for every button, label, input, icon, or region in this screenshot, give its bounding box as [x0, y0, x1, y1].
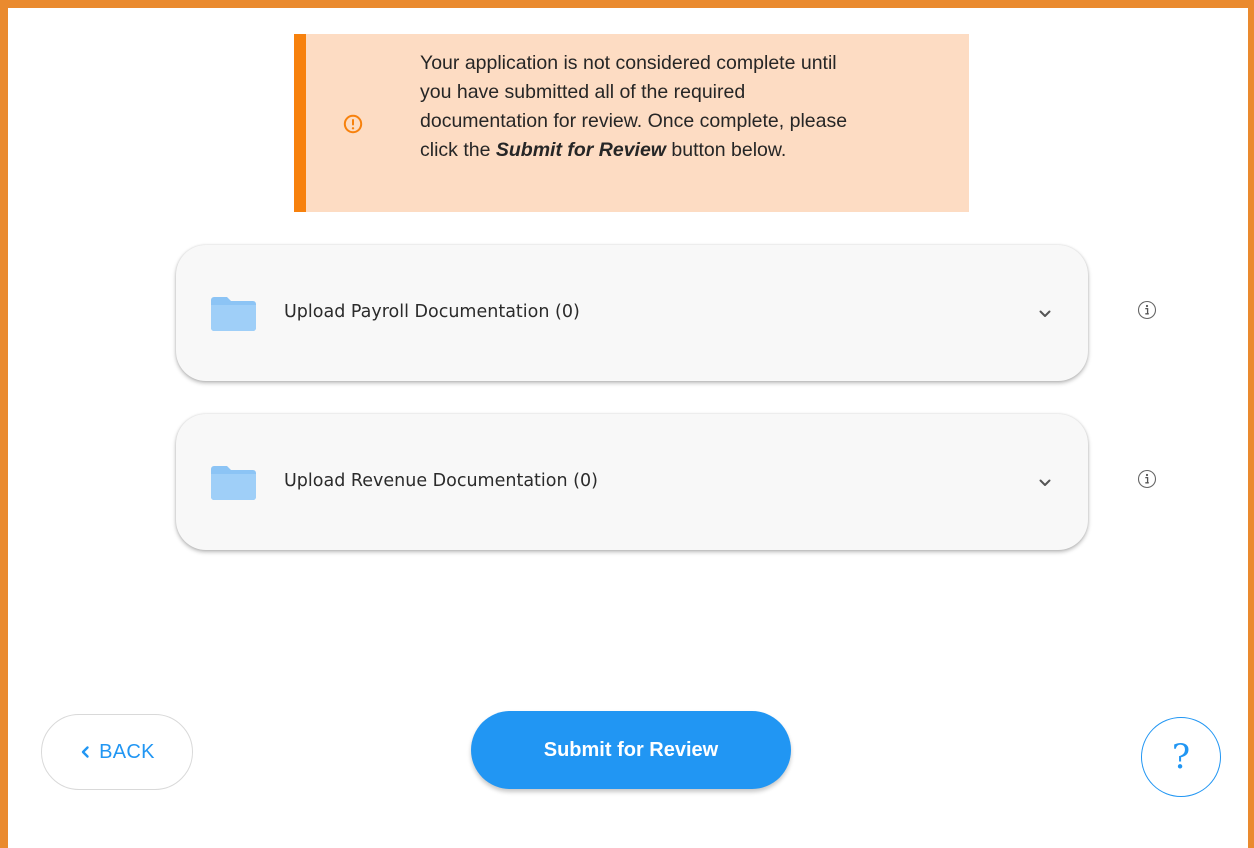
upload-payroll-section[interactable]: Upload Payroll Documentation (0): [176, 245, 1088, 381]
notice-line-2: you have submitted all of the required: [420, 81, 746, 103]
chevron-down-icon[interactable]: [1038, 476, 1052, 490]
submit-label: Submit for Review: [543, 738, 719, 761]
notice-emphasis: Submit for Review: [495, 139, 666, 161]
upload-payroll-label: Upload Payroll Documentation (0): [284, 302, 580, 322]
page-frame: Your application is not considered compl…: [0, 0, 1254, 848]
chevron-left-icon: [81, 746, 89, 758]
incomplete-application-notice: Your application is not considered compl…: [294, 34, 969, 212]
notice-line-3: documentation for review. Once complete,…: [420, 110, 848, 132]
folder-icon: [211, 297, 256, 331]
chevron-down-icon[interactable]: [1038, 307, 1052, 321]
folder-icon: [211, 466, 256, 500]
back-button[interactable]: BACK: [41, 714, 193, 790]
upload-revenue-label: Upload Revenue Documentation (0): [284, 471, 598, 491]
info-icon[interactable]: [1137, 469, 1157, 489]
notice-message: Your application is not considered compl…: [420, 49, 960, 165]
alert-circle-icon: [343, 114, 363, 134]
back-label: BACK: [99, 740, 155, 763]
notice-line-4-prefix: click the: [420, 139, 496, 161]
help-button[interactable]: ?: [1141, 717, 1221, 797]
upload-revenue-section[interactable]: Upload Revenue Documentation (0): [176, 414, 1088, 550]
info-icon[interactable]: [1137, 300, 1157, 320]
submit-for-review-button[interactable]: Submit for Review: [471, 711, 791, 789]
notice-line-1: Your application is not considered compl…: [420, 52, 837, 74]
notice-line-4-suffix: button below.: [665, 139, 787, 161]
help-question-icon: ?: [1171, 737, 1191, 777]
